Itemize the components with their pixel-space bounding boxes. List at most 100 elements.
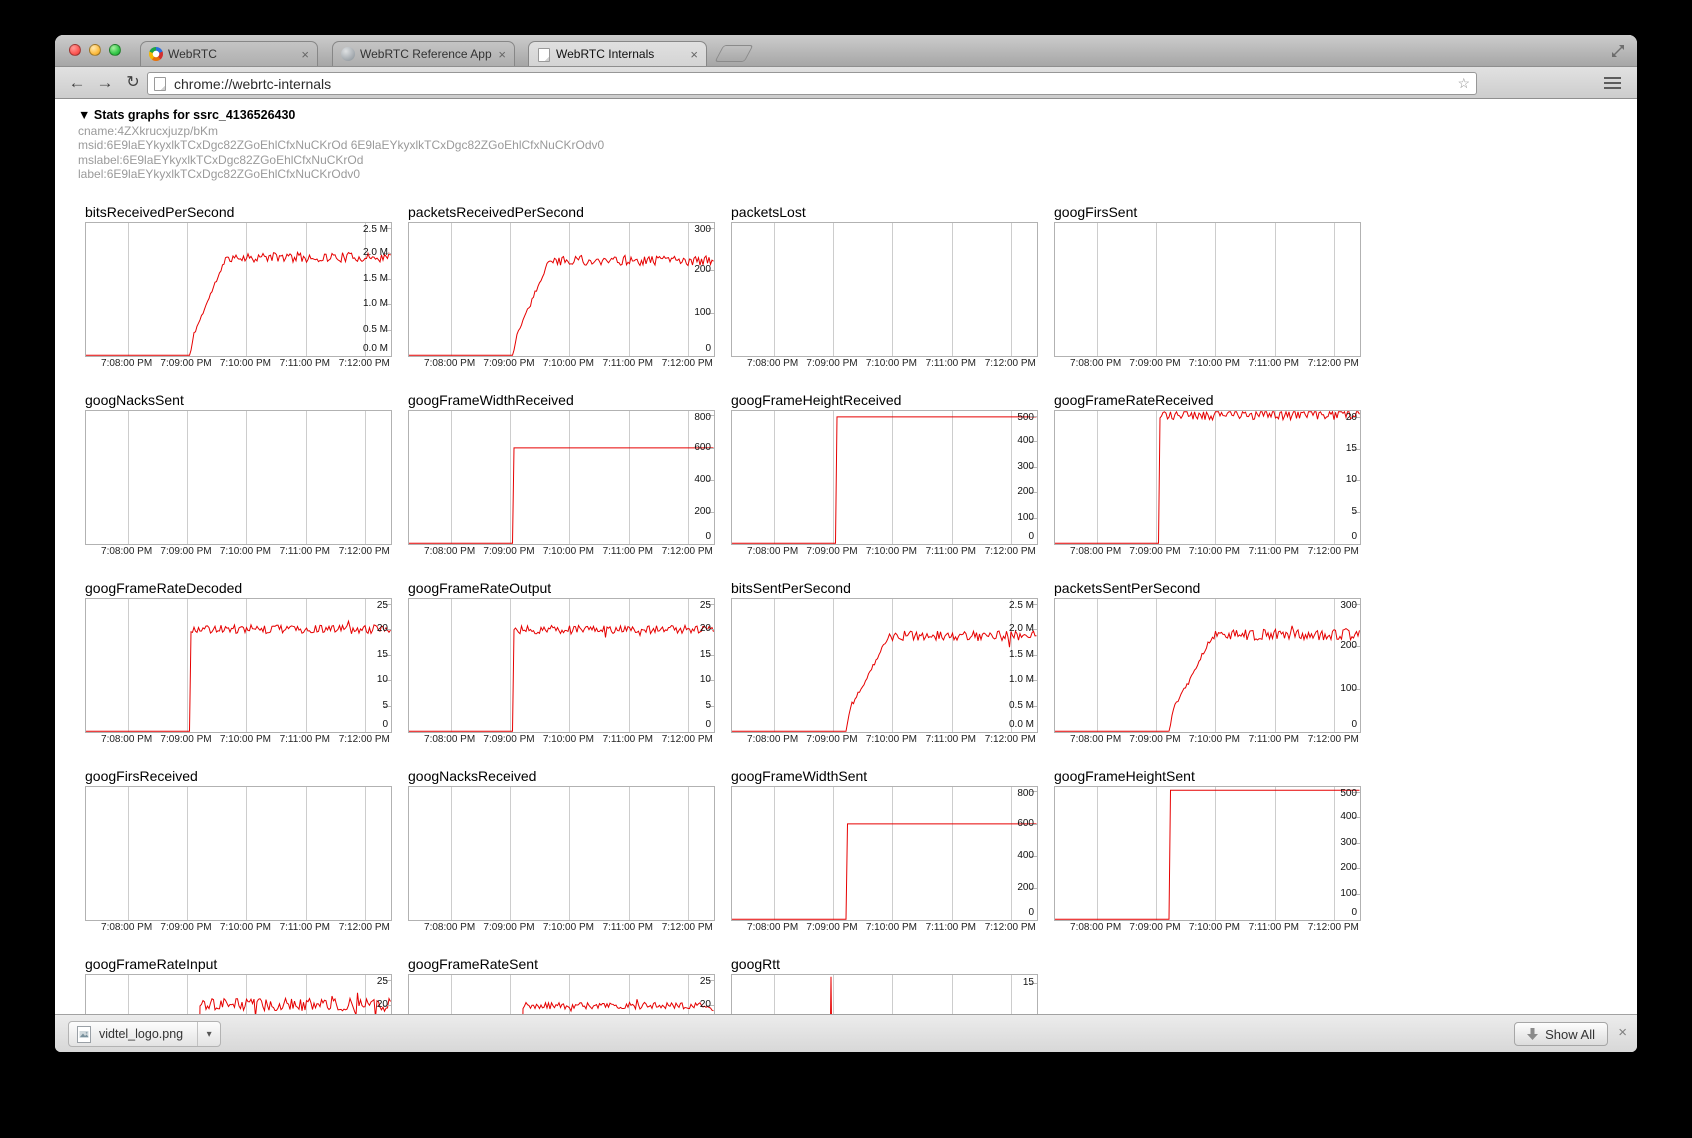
chart-title: googFirsReceived xyxy=(85,769,392,786)
x-axis-label: 7:10:00 PM xyxy=(220,734,271,745)
x-axis-label: 7:11:00 PM xyxy=(1249,734,1299,745)
chart-line xyxy=(732,599,1037,732)
chart-googFrameHeightReceived: googFrameHeightReceived50040030020010007… xyxy=(731,393,1038,558)
x-axis-label: 7:12:00 PM xyxy=(1308,922,1359,933)
y-axis-label: 200 xyxy=(1017,882,1034,894)
chart-title: googFrameHeightReceived xyxy=(731,393,1038,410)
app-favicon-icon xyxy=(341,47,355,61)
x-axis-label: 7:11:00 PM xyxy=(1249,922,1299,933)
x-axis-label: 7:10:00 PM xyxy=(220,922,271,933)
chart-title: googFrameWidthReceived xyxy=(408,393,715,410)
chart-title: googFrameRateDecoded xyxy=(85,581,392,598)
x-axis-label: 7:11:00 PM xyxy=(280,922,330,933)
y-axis-label: 0 xyxy=(705,343,711,355)
chart-title: googFrameHeightSent xyxy=(1054,769,1361,786)
chart-title: googFirsSent xyxy=(1054,205,1361,222)
chart-googNacksSent: googNacksSent7:08:00 PM7:09:00 PM7:10:00… xyxy=(85,393,392,558)
x-axis-label: 7:11:00 PM xyxy=(926,358,976,369)
x-axis-label: 7:11:00 PM xyxy=(603,734,653,745)
tab-webrtc[interactable]: WebRTC × xyxy=(140,41,318,66)
chart-plot: 2520151050 xyxy=(85,598,392,733)
menu-icon[interactable] xyxy=(1604,77,1621,89)
x-axis-label: 7:11:00 PM xyxy=(603,546,653,557)
y-axis-label: 0.0 M xyxy=(1009,719,1034,731)
y-axis-label: 200 xyxy=(1340,862,1357,874)
y-axis-label: 25 xyxy=(700,976,711,988)
meta-msid: msid:6E9laEYkyxlkTCxDgc82ZGoEhlCfxNuCKrO… xyxy=(78,138,1637,152)
y-axis-label: 2.5 M xyxy=(363,224,388,236)
chart-plot: 3002001000 xyxy=(408,222,715,357)
y-axis-label: 100 xyxy=(1340,683,1357,695)
x-axis-label: 7:10:00 PM xyxy=(866,734,917,745)
close-downloads-bar-icon[interactable]: × xyxy=(1618,1024,1627,1041)
y-axis-label: 200 xyxy=(1017,486,1034,498)
x-axis-label: 7:10:00 PM xyxy=(1189,734,1240,745)
x-axis-label: 7:08:00 PM xyxy=(101,734,152,745)
tab-webrtc-reference-app[interactable]: WebRTC Reference App × xyxy=(332,41,515,66)
y-axis-label: 0.5 M xyxy=(1009,700,1034,712)
x-axis-label: 7:11:00 PM xyxy=(280,546,330,557)
x-axis-label: 7:12:00 PM xyxy=(1308,546,1359,557)
y-axis-label: 2.5 M xyxy=(1009,600,1034,612)
y-axis-label: 400 xyxy=(694,474,711,486)
chart-plot xyxy=(85,786,392,921)
chart-plot: 2.5 M2.0 M1.5 M1.0 M0.5 M0.0 M xyxy=(731,598,1038,733)
x-axis-label: 7:09:00 PM xyxy=(806,546,857,557)
x-axis-label: 7:12:00 PM xyxy=(339,546,390,557)
y-axis-label: 25 xyxy=(377,976,388,988)
collapse-triangle-icon[interactable]: ▼ xyxy=(78,108,90,122)
reload-icon[interactable]: ↻ xyxy=(121,71,145,95)
y-axis-label: 0 xyxy=(1028,907,1034,919)
stats-header[interactable]: ▼ Stats graphs for ssrc_4136526430 xyxy=(78,108,1637,122)
x-axis-label: 7:12:00 PM xyxy=(339,358,390,369)
image-file-icon xyxy=(77,1026,92,1043)
close-tab-icon[interactable]: × xyxy=(498,48,506,61)
forward-icon[interactable]: → xyxy=(93,71,117,95)
chart-googRtt: googRtt1510507:08:00 PM7:09:00 PM7:10:00… xyxy=(731,957,1038,1014)
chart-plot xyxy=(731,222,1038,357)
tab-label: WebRTC xyxy=(168,47,295,61)
close-tab-icon[interactable]: × xyxy=(690,48,698,61)
show-all-button[interactable]: Show All xyxy=(1514,1022,1608,1046)
address-bar[interactable]: chrome://webrtc-internals ☆ xyxy=(147,72,1477,95)
y-axis-label: 10 xyxy=(377,674,388,686)
chart-googFrameWidthSent: googFrameWidthSent80060040020007:08:00 P… xyxy=(731,769,1038,934)
download-dropdown-icon[interactable]: ▾ xyxy=(197,1022,220,1046)
x-axis-label: 7:12:00 PM xyxy=(985,546,1036,557)
chart-googFirsSent: googFirsSent7:08:00 PM7:09:00 PM7:10:00 … xyxy=(1054,205,1361,370)
x-axis-label: 7:08:00 PM xyxy=(747,922,798,933)
x-axis-label: 7:09:00 PM xyxy=(806,734,857,745)
minimize-window-button[interactable] xyxy=(89,44,101,56)
x-axis-label: 7:12:00 PM xyxy=(985,358,1036,369)
y-axis-label: 15 xyxy=(1346,443,1357,455)
close-window-button[interactable] xyxy=(69,44,81,56)
x-axis-label: 7:11:00 PM xyxy=(926,734,976,745)
y-axis-label: 100 xyxy=(1017,512,1034,524)
close-tab-icon[interactable]: × xyxy=(301,48,309,61)
y-axis-label: 15 xyxy=(1023,977,1034,989)
x-axis-label: 7:12:00 PM xyxy=(662,922,713,933)
new-tab-button[interactable] xyxy=(714,45,753,62)
x-axis-label: 7:09:00 PM xyxy=(160,358,211,369)
chart-packetsSentPerSecond: packetsSentPerSecond30020010007:08:00 PM… xyxy=(1054,581,1361,746)
y-axis-label: 0 xyxy=(1351,531,1357,543)
fullscreen-icon[interactable] xyxy=(1611,44,1625,58)
y-axis-label: 100 xyxy=(1340,888,1357,900)
chart-plot: 2520151050 xyxy=(408,598,715,733)
y-axis-label: 25 xyxy=(700,600,711,612)
page-icon xyxy=(154,77,166,91)
back-icon[interactable]: ← xyxy=(65,71,89,95)
x-axis-label: 7:10:00 PM xyxy=(1189,358,1240,369)
y-axis-label: 20 xyxy=(377,623,388,635)
download-item[interactable]: vidtel_logo.png ▾ xyxy=(68,1021,221,1047)
zoom-window-button[interactable] xyxy=(109,44,121,56)
tab-webrtc-internals[interactable]: WebRTC Internals × xyxy=(528,41,707,66)
x-axis-label: 7:09:00 PM xyxy=(1129,922,1180,933)
screen-background: WebRTC × WebRTC Reference App × WebRTC I… xyxy=(0,0,1692,1138)
chart-line xyxy=(732,975,1037,1014)
bookmark-star-icon[interactable]: ☆ xyxy=(1457,75,1470,92)
y-axis-label: 10 xyxy=(700,674,711,686)
chart-plot: 5004003002001000 xyxy=(731,410,1038,545)
x-axis-label: 7:08:00 PM xyxy=(1070,546,1121,557)
x-axis-label: 7:12:00 PM xyxy=(1308,734,1359,745)
